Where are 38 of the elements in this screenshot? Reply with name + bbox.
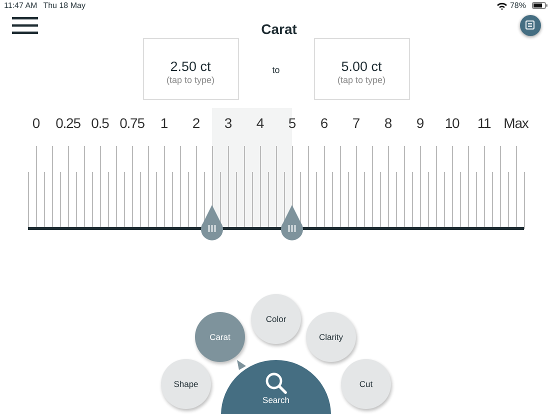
scale-label: 6 bbox=[319, 114, 329, 133]
list-button[interactable] bbox=[520, 14, 541, 36]
menu-icon bbox=[12, 16, 38, 34]
filter-button[interactable]: Clarity bbox=[306, 312, 356, 362]
scale-label: 7 bbox=[351, 114, 361, 133]
range-handle[interactable] bbox=[201, 205, 224, 241]
maximum-carat-field[interactable]: 5.00 ct (tap to type) bbox=[314, 38, 410, 100]
scale-label: 0.75 bbox=[118, 114, 146, 133]
scale-label: 2 bbox=[191, 114, 201, 133]
scale-label: 0 bbox=[31, 114, 41, 133]
scale-label: 10 bbox=[444, 114, 460, 133]
status-time: 11:47 AM bbox=[4, 1, 38, 10]
scale-label: 3 bbox=[223, 114, 233, 133]
scale-label: 8 bbox=[383, 114, 393, 133]
list-icon bbox=[525, 20, 536, 30]
scale-label: 5 bbox=[287, 114, 297, 133]
wifi-icon bbox=[496, 2, 507, 10]
filter-button[interactable]: Cut bbox=[341, 359, 391, 409]
scale-label: 0.5 bbox=[90, 114, 110, 133]
battery-icon bbox=[532, 2, 548, 9]
scale-label: 0.25 bbox=[54, 114, 82, 133]
status-date: Thu 18 May bbox=[43, 1, 86, 10]
search-icon bbox=[265, 372, 287, 394]
scale-label: 1 bbox=[159, 114, 169, 133]
range-handle[interactable] bbox=[280, 205, 303, 241]
page-title: Carat bbox=[261, 21, 297, 37]
minimum-carat-field[interactable]: 2.50 ct (tap to type) bbox=[142, 38, 238, 100]
battery-percent: 78% bbox=[510, 1, 526, 10]
search-button[interactable]: Search bbox=[221, 360, 331, 414]
scale-label: 4 bbox=[255, 114, 265, 133]
menu-button[interactable] bbox=[12, 16, 38, 34]
scale-label: 9 bbox=[415, 114, 425, 133]
filter-button[interactable]: Shape bbox=[161, 359, 211, 409]
filter-button[interactable]: Color bbox=[251, 294, 301, 344]
pointer-triangle-icon bbox=[237, 360, 246, 370]
range-separator: to bbox=[271, 64, 281, 75]
scale-label: 11 bbox=[476, 114, 492, 133]
scale-label: Max bbox=[502, 114, 530, 133]
